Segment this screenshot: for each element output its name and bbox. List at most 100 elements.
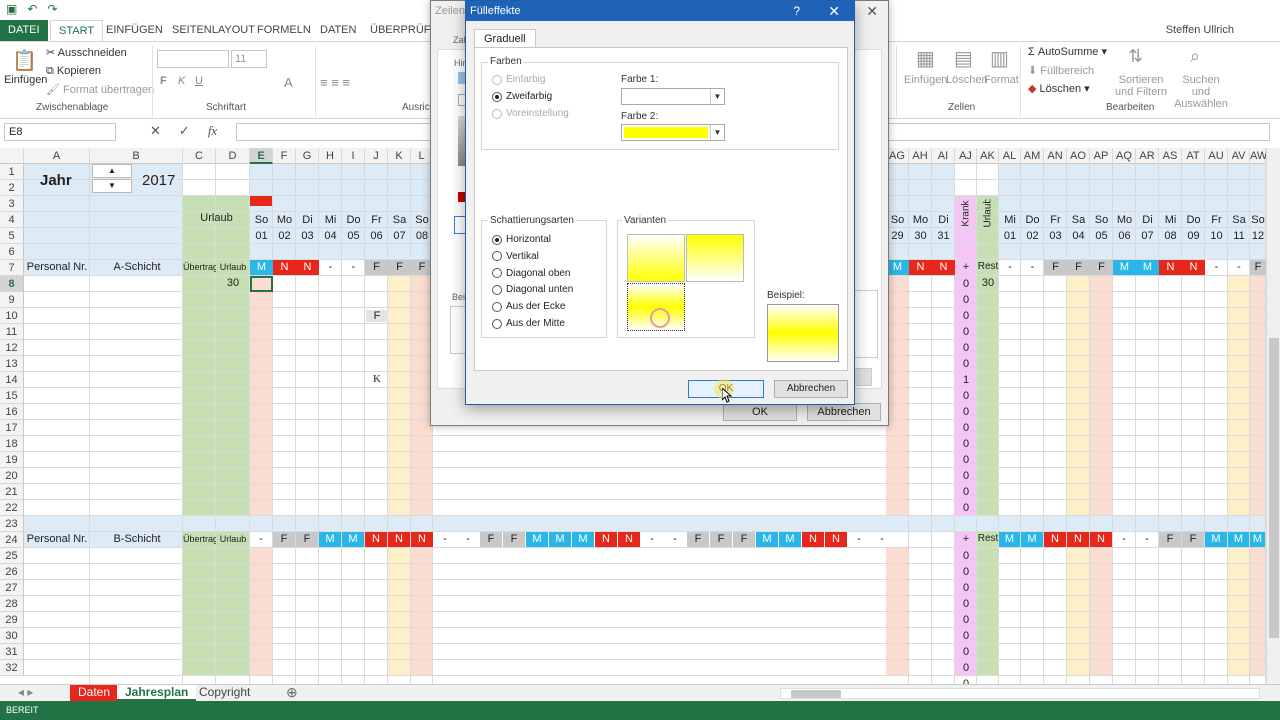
help-icon[interactable]: ?	[793, 1, 800, 21]
tab-graduell[interactable]: Graduell	[474, 29, 536, 48]
plus-a[interactable]: +	[955, 261, 977, 273]
row-header-1[interactable]: 1	[0, 164, 24, 180]
weekday-cell[interactable]: Fr	[1044, 212, 1067, 228]
weekday-cell[interactable]: Sa	[388, 212, 411, 228]
column-header-e[interactable]: E	[250, 148, 273, 164]
paste-button[interactable]: Einfügen	[4, 74, 47, 86]
shift-cell[interactable]: F	[296, 532, 318, 547]
row-header-26[interactable]: 26	[0, 564, 24, 580]
shift-cell[interactable]: M	[1250, 532, 1265, 547]
weekday-cell[interactable]: Do	[1021, 212, 1044, 228]
weekday-cell[interactable]: Do	[342, 212, 365, 228]
shift-cell[interactable]: N	[932, 260, 955, 275]
shift-cell[interactable]: M	[342, 532, 364, 547]
weekday-cell[interactable]: Sa	[1067, 212, 1090, 228]
column-header-f[interactable]: F	[273, 148, 296, 164]
shift-cell[interactable]: N	[1182, 260, 1205, 275]
krank-value[interactable]: 0	[955, 596, 977, 612]
column-header-j[interactable]: J	[365, 148, 388, 164]
date-cell[interactable]: 10	[1205, 228, 1228, 244]
column-header-ar[interactable]: AR	[1136, 148, 1159, 164]
shift-cell[interactable]: -	[664, 532, 686, 547]
shift-cell[interactable]: N	[1159, 260, 1182, 275]
weekday-cell[interactable]: Di	[932, 212, 955, 228]
date-cell[interactable]: 08	[1159, 228, 1182, 244]
shift-cell[interactable]: M	[526, 532, 548, 547]
row-header-27[interactable]: 27	[0, 580, 24, 596]
tab-start[interactable]: START	[50, 20, 104, 42]
sheet-tab-daten[interactable]: Daten	[70, 685, 119, 701]
shift-cell[interactable]: M	[1021, 532, 1043, 547]
row-header-31[interactable]: 31	[0, 644, 24, 660]
shift-cell[interactable]: F	[710, 532, 732, 547]
krank-value[interactable]: 0	[955, 580, 977, 596]
horizontal-scroll-thumb[interactable]	[791, 690, 841, 698]
date-cell[interactable]: 01	[250, 228, 273, 244]
cancel-button[interactable]: Abbrechen	[774, 380, 848, 398]
row-header-6[interactable]: 6	[0, 244, 24, 260]
shift-cell[interactable]: N	[1044, 532, 1066, 547]
shift-cell[interactable]: N	[388, 532, 410, 547]
row-header-12[interactable]: 12	[0, 340, 24, 356]
column-header-an[interactable]: AN	[1044, 148, 1067, 164]
shift-cell[interactable]: -	[641, 532, 663, 547]
shift-cell[interactable]: M	[999, 532, 1020, 547]
weekday-cell[interactable]: So	[1250, 212, 1266, 228]
krank-value[interactable]: 0	[955, 356, 977, 372]
format-cells-button[interactable]: Format	[984, 74, 1019, 86]
column-header-g[interactable]: G	[296, 148, 319, 164]
shift-cell[interactable]: M	[1205, 532, 1227, 547]
undo-icon[interactable]: ↶	[27, 2, 37, 16]
shift-cell[interactable]: -	[1136, 532, 1158, 547]
shift-cell[interactable]: F	[1159, 532, 1181, 547]
column-header-d[interactable]: D	[216, 148, 250, 164]
krank-value[interactable]: 0	[955, 548, 977, 564]
weekday-cell[interactable]: Mi	[319, 212, 342, 228]
column-header-ao[interactable]: AO	[1067, 148, 1090, 164]
cell-j14[interactable]: K	[366, 373, 388, 385]
column-header-ap[interactable]: AP	[1090, 148, 1113, 164]
date-cell[interactable]: 02	[273, 228, 296, 244]
clear-button[interactable]: ◆ Löschen ▾	[1028, 82, 1090, 95]
radio-einfarbig[interactable]: Einfarbig	[492, 74, 545, 85]
color1-dropdown[interactable]: ▼	[621, 88, 725, 105]
a-personal-nr[interactable]: Personal Nr.	[26, 261, 88, 273]
sort-filter-button[interactable]: Sortieren und Filtern	[1110, 74, 1172, 98]
tab-page-layout[interactable]: SEITENLAYOUT	[172, 20, 255, 42]
date-cell[interactable]: 06	[1113, 228, 1136, 244]
krank-value[interactable]: 0	[955, 420, 977, 436]
shift-cell[interactable]: N	[411, 532, 433, 547]
krank-value[interactable]: 0	[955, 324, 977, 340]
column-header-au[interactable]: AU	[1205, 148, 1228, 164]
shift-cell[interactable]: -	[342, 260, 365, 275]
weekday-cell[interactable]: So	[1090, 212, 1113, 228]
weekday-cell[interactable]: So	[886, 212, 909, 228]
format-cells-ok-button[interactable]: OK	[723, 403, 797, 421]
row-header-15[interactable]: 15	[0, 388, 24, 404]
shift-cell[interactable]: F	[687, 532, 709, 547]
shift-cell[interactable]: F	[480, 532, 502, 547]
rest-header-b[interactable]: Rest	[977, 533, 999, 544]
date-cell[interactable]: 11	[1228, 228, 1250, 244]
row-header-10[interactable]: 10	[0, 308, 24, 324]
a-shift-label[interactable]: A-Schicht	[92, 261, 182, 273]
cell-d8[interactable]: 30	[216, 277, 250, 289]
align-left-icon[interactable]: ≡ ≡ ≡	[320, 75, 350, 90]
shift-cell[interactable]: N	[618, 532, 640, 547]
row-header-18[interactable]: 18	[0, 436, 24, 452]
krank-value[interactable]: 0	[955, 500, 977, 516]
row-header-2[interactable]: 2	[0, 180, 24, 196]
row-header-11[interactable]: 11	[0, 324, 24, 340]
b-shift-label[interactable]: B-Schicht	[92, 533, 182, 545]
weekday-cell[interactable]: Di	[296, 212, 319, 228]
autosum-button[interactable]: Σ AutoSumme ▾	[1028, 45, 1107, 58]
shift-cell[interactable]: M	[572, 532, 594, 547]
krank-value[interactable]: 0	[955, 436, 977, 452]
krank-value[interactable]: 0	[955, 468, 977, 484]
shift-cell[interactable]: N	[909, 260, 932, 275]
year-down-spinner[interactable]: ▼	[92, 179, 132, 193]
year-up-spinner[interactable]: ▲	[92, 164, 132, 178]
shift-cell[interactable]: M	[319, 532, 341, 547]
add-sheet-icon[interactable]: ⊕	[278, 685, 306, 701]
weekday-cell[interactable]: Mo	[273, 212, 296, 228]
